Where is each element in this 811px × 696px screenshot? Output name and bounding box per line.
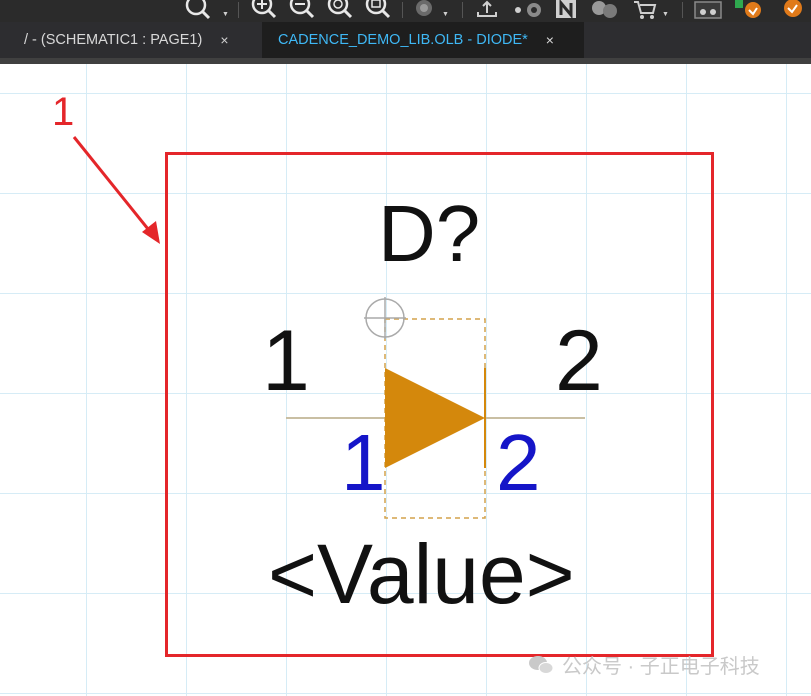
design-icon[interactable] — [588, 0, 622, 20]
document-tab-bar: / - (SCHEMATIC1 : PAGE1) × CADENCE_DEMO_… — [0, 22, 811, 58]
zoom-all-icon[interactable] — [322, 0, 358, 20]
toolbar: ▼ ▼ ▼ — [0, 0, 811, 22]
cart-dropdown-arrow-icon[interactable]: ▼ — [662, 11, 669, 18]
link-icon[interactable] — [510, 0, 546, 20]
toggle-dropdown-arrow-icon[interactable]: ▼ — [442, 11, 449, 18]
board-icon[interactable] — [692, 0, 724, 20]
watermark: 公众号 · 子正电子科技 — [528, 650, 760, 679]
watermark-text: 公众号 · 子正电子科技 — [562, 656, 760, 678]
toggle-icon[interactable] — [408, 0, 440, 20]
annotation-highlight-box — [165, 152, 714, 657]
tab-schematic-page-label: / - (SCHEMATIC1 : PAGE1) — [24, 32, 203, 48]
zoom-select-icon[interactable] — [180, 0, 220, 20]
run-icon[interactable] — [732, 0, 770, 20]
zoom-out-icon[interactable] — [284, 0, 320, 20]
zoom-area-icon[interactable] — [360, 0, 396, 20]
tab-diode-part[interactable]: CADENCE_DEMO_LIB.OLB - DIODE* × — [262, 22, 584, 58]
zoom-dropdown-arrow-icon[interactable]: ▼ — [222, 11, 229, 18]
tab-diode-part-label: CADENCE_DEMO_LIB.OLB - DIODE* — [278, 32, 528, 48]
wechat-icon — [529, 655, 554, 674]
cart-icon[interactable] — [630, 0, 660, 20]
notes-icon[interactable] — [553, 0, 579, 20]
close-icon[interactable]: × — [546, 32, 554, 48]
annotation-number: 1 — [52, 90, 75, 134]
tab-schematic-page[interactable]: / - (SCHEMATIC1 : PAGE1) × — [0, 22, 262, 58]
export-icon[interactable] — [470, 0, 504, 20]
close-icon[interactable]: × — [220, 32, 228, 48]
zoom-in-icon[interactable] — [246, 0, 282, 20]
run-secondary-icon[interactable] — [776, 0, 808, 20]
